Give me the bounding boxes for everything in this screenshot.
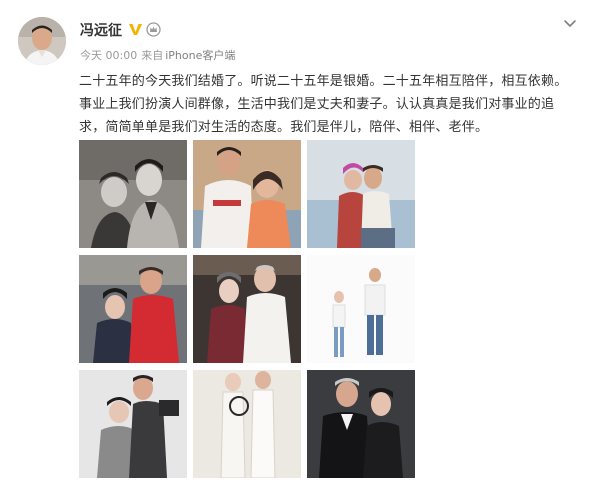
photo-6[interactable] (307, 255, 415, 363)
post-timestamp[interactable]: 今天 00:00 (80, 49, 137, 62)
photo-7[interactable] (79, 370, 187, 478)
post-source[interactable]: iPhone客户端 (165, 49, 235, 62)
member-medal-icon[interactable] (146, 22, 161, 37)
chevron-down-icon[interactable] (562, 15, 578, 31)
photo-grid (79, 140, 415, 478)
post-meta: 今天 00:00 来自 iPhone客户端 (80, 47, 239, 63)
photo-3[interactable] (307, 140, 415, 248)
verified-v-icon[interactable] (128, 22, 143, 37)
photo-5[interactable] (193, 255, 301, 363)
avatar[interactable] (18, 17, 66, 65)
photo-2[interactable] (193, 140, 301, 248)
photo-4[interactable] (79, 255, 187, 363)
photo-1[interactable] (79, 140, 187, 248)
photo-8[interactable] (193, 370, 301, 478)
photo-9[interactable] (307, 370, 415, 478)
weibo-post-card: 冯远征 今天 00:00 来自 iPhone客户端 二十五年的今天我们结婚了。听说二… (0, 0, 598, 487)
post-text: 二十五年的今天我们结婚了。听说二十五年是银婚。二十五年相互陪伴，相互依赖。事业上… (79, 74, 568, 135)
username[interactable]: 冯远征 (80, 20, 122, 40)
source-prefix: 来自 (141, 49, 164, 62)
